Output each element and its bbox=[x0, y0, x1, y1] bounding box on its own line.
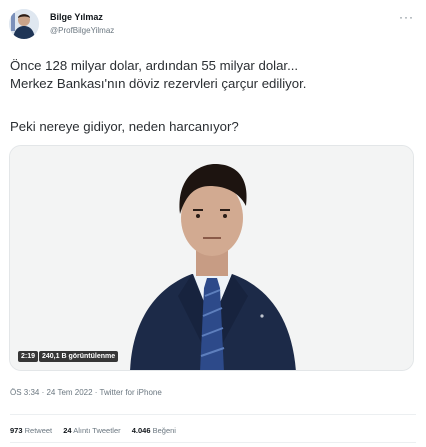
avatar[interactable] bbox=[9, 9, 39, 39]
author-handle[interactable]: @ProfBilgeYilmaz bbox=[50, 26, 114, 35]
video-thumbnail bbox=[10, 146, 413, 370]
like-count[interactable]: 4.046 Beğeni bbox=[132, 426, 176, 435]
video-duration-badge: 2:19 bbox=[18, 351, 39, 362]
tweet-timestamp[interactable]: ÖS 3:34 · 24 Tem 2022 · Twitter for iPho… bbox=[10, 388, 162, 397]
divider bbox=[10, 414, 416, 415]
more-icon[interactable]: ··· bbox=[399, 10, 414, 24]
tweet-text-line: Peki nereye gidiyor, neden harcanıyor? bbox=[10, 119, 239, 134]
retweet-count[interactable]: 973 Retweet bbox=[10, 426, 52, 435]
tweet-text-line: Merkez Bankası'nın döviz rezervleri çarç… bbox=[10, 76, 307, 91]
author-name[interactable]: Bilge Yılmaz bbox=[50, 12, 103, 22]
divider bbox=[10, 442, 416, 443]
tweet-text-line: Önce 128 milyar dolar, ardından 55 milya… bbox=[10, 58, 299, 73]
tweet-card: Bilge Yılmaz @ProfBilgeYilmaz ··· Önce 1… bbox=[0, 0, 426, 447]
video-views-badge: 240,1 B görüntülenme bbox=[39, 351, 119, 362]
quote-tweet-count[interactable]: 24 Alıntı Tweetler bbox=[63, 426, 120, 435]
tweet-stats: 973 Retweet 24 Alıntı Tweetler 4.046 Beğ… bbox=[10, 426, 185, 435]
video-player[interactable]: 2:19 240,1 B görüntülenme bbox=[9, 145, 414, 371]
